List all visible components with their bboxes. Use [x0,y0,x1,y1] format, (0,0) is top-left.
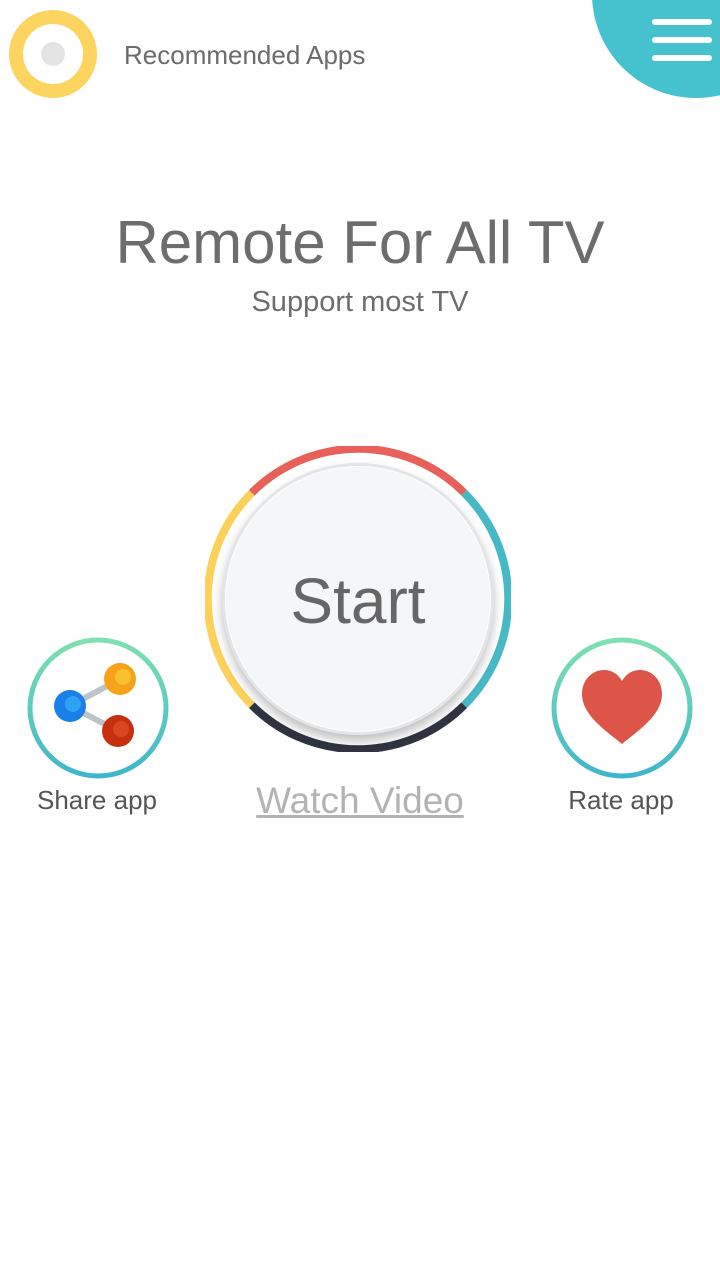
heart-icon [551,637,693,779]
recommended-apps-label[interactable]: Recommended Apps [124,40,365,71]
recommended-apps-icon[interactable] [9,10,97,98]
hamburger-menu-icon[interactable] [652,19,712,65]
app-title: Remote For All TV [115,209,605,276]
start-label: Start [290,565,426,637]
recommended-apps-icon-dot [41,42,65,66]
screen: Recommended Apps Remote For All TV Suppo… [0,0,720,1280]
share-app-button[interactable] [26,636,170,780]
rate-app-label: Rate app [568,785,674,815]
rate-app-button[interactable] [550,636,694,780]
menu-line-top [652,19,712,25]
app-subtitle: Support most TV [251,286,469,318]
start-button[interactable]: Start [222,463,494,735]
menu-line-middle [652,37,712,43]
share-app-label: Share app [37,785,157,815]
menu-line-bottom [652,55,712,61]
recommended-apps-icon-inner [23,24,83,84]
share-icon [27,637,169,779]
